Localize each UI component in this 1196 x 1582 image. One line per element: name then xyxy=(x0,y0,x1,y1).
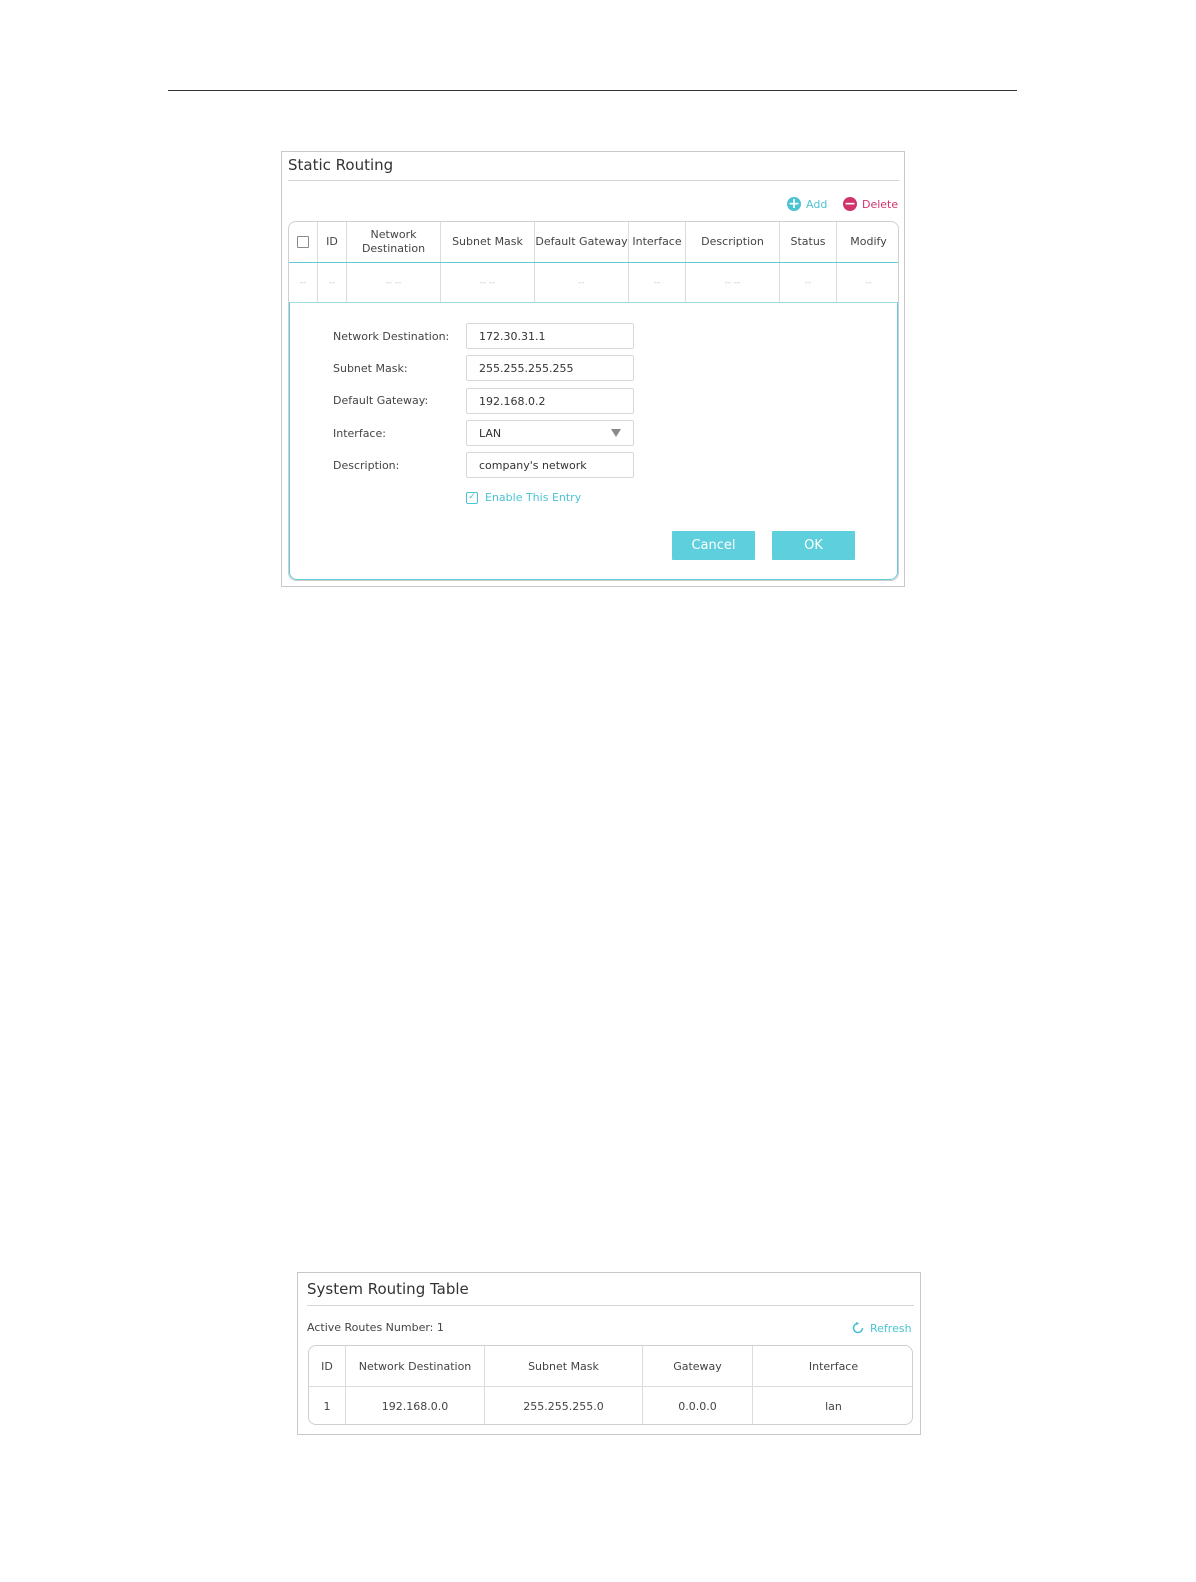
table-cell-subnet-mask: 255.255.255.0 xyxy=(485,1386,643,1424)
subnet-mask-input[interactable] xyxy=(466,355,634,381)
column-header-interface: Interface xyxy=(629,222,686,262)
table-cell-interface: lan xyxy=(753,1386,912,1424)
placeholder-cell: -- xyxy=(318,263,347,302)
default-gateway-label: Default Gateway: xyxy=(333,394,429,407)
dropdown-arrow-icon xyxy=(611,429,621,437)
placeholder-cell: -- xyxy=(780,263,837,302)
minus-circle-icon: − xyxy=(843,196,857,212)
table-header: ID Network Destination Subnet Mask Defau… xyxy=(289,222,898,263)
refresh-icon xyxy=(852,1321,864,1334)
column-header-network-destination: Network Destination xyxy=(347,222,441,262)
interface-label: Interface: xyxy=(333,427,386,440)
table-cell-id: 1 xyxy=(309,1386,346,1424)
network-destination-label: Network Destination: xyxy=(333,330,450,343)
column-header-default-gateway: Default Gateway xyxy=(535,222,629,262)
column-header-description: Description xyxy=(686,222,780,262)
active-routes-count: Active Routes Number: 1 xyxy=(307,1321,444,1334)
ok-button[interactable]: OK xyxy=(772,531,855,560)
column-header-gateway: Gateway xyxy=(643,1346,753,1386)
default-gateway-input[interactable] xyxy=(466,388,634,414)
column-header-interface: Interface xyxy=(808,1359,859,1373)
add-button-label: Add xyxy=(806,197,828,211)
system-routing-title: System Routing Table xyxy=(307,1280,469,1298)
interface-select-value: LAN xyxy=(479,426,502,440)
enable-entry-label: Enable This Entry xyxy=(485,491,582,504)
table-cell-network-destination: 192.168.0.0 xyxy=(346,1386,485,1424)
column-header-subnet-mask: Subnet Mask xyxy=(441,222,535,262)
column-header-subnet-mask: Subnet Mask xyxy=(485,1346,643,1386)
placeholder-cell: -- xyxy=(535,263,629,302)
description-input[interactable] xyxy=(466,452,634,478)
table-cell-gateway: 0.0.0.0 xyxy=(643,1386,753,1424)
placeholder-cell: -- -- xyxy=(441,263,535,302)
placeholder-cell: -- xyxy=(865,277,872,288)
column-header-status: Status xyxy=(780,222,837,262)
delete-button-label: Delete xyxy=(862,197,899,211)
static-routing-title-rule xyxy=(288,180,899,181)
description-label: Description: xyxy=(333,459,400,472)
page-header-rule xyxy=(168,90,1017,91)
refresh-button-label: Refresh xyxy=(870,1321,912,1335)
network-destination-input[interactable] xyxy=(466,323,634,349)
select-all-cell xyxy=(289,222,318,262)
subnet-mask-label: Subnet Mask: xyxy=(333,362,408,375)
enable-entry-checkbox[interactable]: ✓ Enable This Entry xyxy=(466,491,581,504)
delete-button[interactable]: − Delete xyxy=(843,197,898,211)
placeholder-cell: -- -- xyxy=(347,263,441,302)
column-header-id: ID xyxy=(318,222,347,262)
column-header-network-destination: Network Destination xyxy=(346,1346,485,1386)
add-button[interactable]: + Add xyxy=(787,197,827,211)
system-routing-table: ID Network Destination Subnet Mask Gatew… xyxy=(308,1345,913,1425)
placeholder-cell: -- xyxy=(289,263,318,302)
placeholder-cell: -- -- xyxy=(686,263,780,302)
interface-select[interactable]: LAN xyxy=(466,420,634,446)
cancel-button[interactable]: Cancel xyxy=(672,531,755,560)
static-routing-title: Static Routing xyxy=(288,156,394,174)
select-all-checkbox[interactable] xyxy=(297,236,309,248)
checkmark-icon: ✓ xyxy=(466,491,478,504)
column-header-modify: Modify xyxy=(850,235,887,248)
column-header-id: ID xyxy=(309,1346,346,1386)
system-routing-title-rule xyxy=(307,1305,914,1306)
placeholder-cell: -- xyxy=(629,263,686,302)
refresh-button[interactable]: Refresh xyxy=(851,1321,912,1335)
plus-circle-icon: + xyxy=(787,196,801,212)
